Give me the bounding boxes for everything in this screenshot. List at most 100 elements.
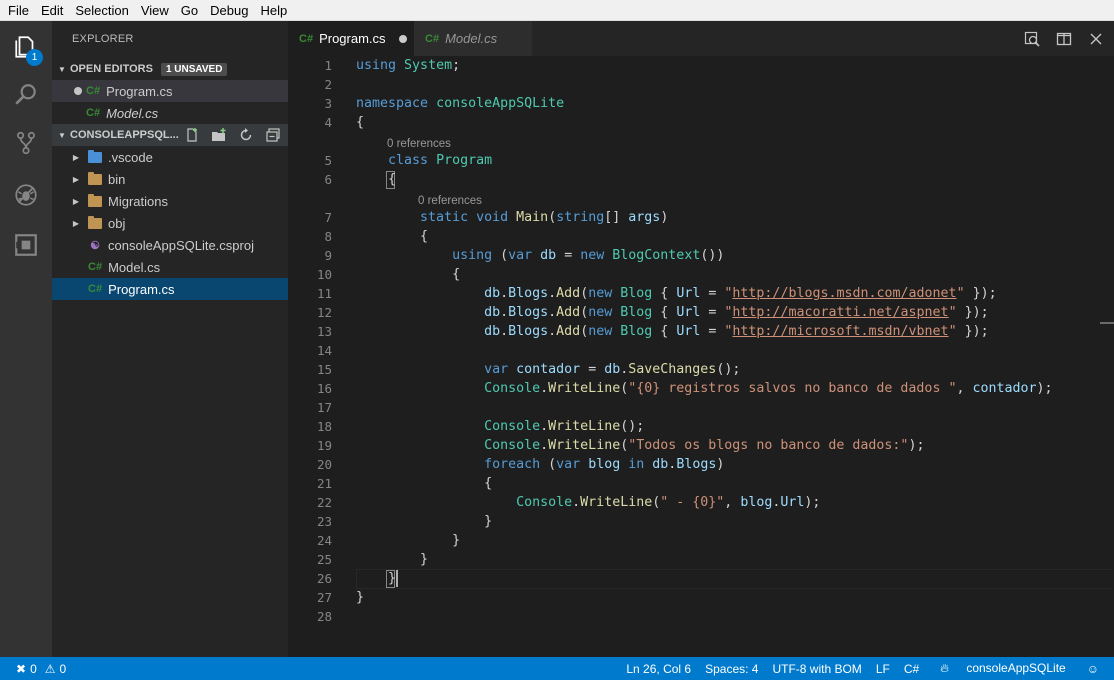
tree-item-bin[interactable]: ▶ bin xyxy=(52,168,288,190)
warning-count: 0 xyxy=(59,661,67,676)
language-mode[interactable]: C# xyxy=(897,662,926,676)
indentation[interactable]: Spaces: 4 xyxy=(698,662,765,676)
menu-go[interactable]: Go xyxy=(175,0,204,21)
csharp-file-icon: C# xyxy=(86,85,101,97)
text-cursor xyxy=(396,570,398,587)
code-line-10: { xyxy=(356,267,461,282)
open-editors-title: OPEN EDITORS xyxy=(70,63,153,75)
line-number: 8 xyxy=(324,229,332,244)
tab-label: Program.cs xyxy=(319,31,386,46)
code-line-25: } xyxy=(356,552,429,567)
code-line-6: { xyxy=(356,172,397,187)
folder-icon xyxy=(88,215,102,229)
line-number: 28 xyxy=(316,609,332,624)
flame-icon: 🔥︎ xyxy=(940,661,949,675)
tree-item-label: Migrations xyxy=(108,193,168,209)
line-number: 6 xyxy=(324,172,332,187)
unsaved-dot-icon xyxy=(74,87,82,95)
menu-view[interactable]: View xyxy=(135,0,175,21)
line-number: 27 xyxy=(316,590,332,605)
cursor-position[interactable]: Ln 26, Col 6 xyxy=(619,662,698,676)
open-editor-item-program[interactable]: C# Program.cs xyxy=(52,80,288,102)
new-folder-icon[interactable] xyxy=(210,127,228,143)
chevron-down-icon: ▼ xyxy=(58,130,66,140)
extensions-activity-button[interactable] xyxy=(0,221,52,269)
line-number: 21 xyxy=(316,476,332,491)
chevron-right-icon: ▶ xyxy=(72,174,80,184)
open-preview-icon[interactable] xyxy=(1022,29,1042,49)
close-icon[interactable] xyxy=(1086,29,1106,49)
code-line-21: { xyxy=(356,476,493,491)
tree-item-program[interactable]: C# Program.cs xyxy=(52,278,288,300)
chevron-right-icon: ▶ xyxy=(72,152,80,162)
debug-icon xyxy=(15,184,37,206)
line-number: 22 xyxy=(316,495,332,510)
chevron-right-icon: ▶ xyxy=(72,196,80,206)
menu-debug[interactable]: Debug xyxy=(204,0,254,21)
line-number: 20 xyxy=(316,457,332,472)
new-file-icon[interactable] xyxy=(183,127,201,143)
line-number: 3 xyxy=(324,96,332,111)
line-number: 25 xyxy=(316,552,332,567)
csharp-file-icon: C# xyxy=(299,32,314,45)
folder-icon xyxy=(88,171,102,185)
line-number: 9 xyxy=(324,248,332,263)
line-number: 7 xyxy=(324,210,332,225)
project-name: consoleAppSQLite xyxy=(966,661,1066,675)
feedback-smiley-icon[interactable]: ☺ xyxy=(1080,662,1106,676)
line-number: 24 xyxy=(316,533,332,548)
search-activity-button[interactable] xyxy=(0,71,52,119)
encoding[interactable]: UTF-8 with BOM xyxy=(765,662,868,676)
code-line-9: using (var db = new BlogContext()) xyxy=(452,248,725,263)
code-line-4: { xyxy=(356,115,365,130)
project-selector[interactable]: 🔥︎ consoleAppSQLite xyxy=(926,661,1080,676)
source-control-activity-button[interactable] xyxy=(0,119,52,167)
csharp-file-icon: C# xyxy=(86,107,101,119)
open-editor-item-model[interactable]: C# Model.cs xyxy=(52,102,288,124)
menu-edit[interactable]: Edit xyxy=(35,0,69,21)
scrollbar-thumb[interactable] xyxy=(1100,322,1114,324)
tree-item-obj[interactable]: ▶ obj xyxy=(52,212,288,234)
unsaved-dot-icon[interactable] xyxy=(398,34,407,43)
code-line-26: } xyxy=(356,571,397,586)
tab-model[interactable]: C# Model.cs xyxy=(414,21,532,56)
open-editors-header[interactable]: ▼ OPEN EDITORS 1 UNSAVED xyxy=(52,58,288,80)
menu-selection[interactable]: Selection xyxy=(69,0,134,21)
csharp-file-icon: C# xyxy=(88,283,103,295)
project-folder-title: CONSOLEAPPSQL... xyxy=(70,129,179,141)
code-line-23: } xyxy=(356,514,493,529)
refresh-icon[interactable] xyxy=(237,127,255,143)
menu-help[interactable]: Help xyxy=(254,0,293,21)
line-number: 26 xyxy=(316,571,332,586)
problems-indicator[interactable]: ✖ 0 ⚠ 0 xyxy=(0,662,66,676)
tree-item-model[interactable]: C# Model.cs xyxy=(52,256,288,278)
code-line-11: db.Blogs.Add(new Blog { Url = "http://bl… xyxy=(484,286,997,301)
split-editor-icon[interactable] xyxy=(1054,29,1074,49)
explorer-activity-button[interactable]: 1 xyxy=(0,23,52,71)
overview-ruler[interactable] xyxy=(1100,56,1114,657)
tree-item-csproj[interactable]: ☯ consoleAppSQLite.csproj xyxy=(52,234,288,256)
menu-file[interactable]: File xyxy=(2,0,35,21)
code-line-13: db.Blogs.Add(new Blog { Url = "http://mi… xyxy=(484,324,989,339)
collapse-all-icon[interactable] xyxy=(264,127,282,143)
csharp-file-icon: C# xyxy=(425,32,440,45)
menu-bar: File Edit Selection View Go Debug Help xyxy=(0,0,1114,21)
sidebar-title: EXPLORER xyxy=(72,33,134,45)
code-line-5: class Program xyxy=(388,153,493,168)
tree-item-vscode[interactable]: ▶ .vscode xyxy=(52,146,288,168)
project-folder-header[interactable]: ▼ CONSOLEAPPSQL... xyxy=(52,124,288,146)
code-editor[interactable]: 1 2 3 4 5 6 7 8 9 10 11 12 13 14 15 16 1… xyxy=(288,56,1114,657)
tree-item-migrations[interactable]: ▶ Migrations xyxy=(52,190,288,212)
line-number: 11 xyxy=(316,286,332,301)
tab-program[interactable]: C# Program.cs xyxy=(288,21,414,56)
extensions-icon xyxy=(15,234,37,256)
line-number: 10 xyxy=(316,267,332,282)
open-editor-label: Model.cs xyxy=(106,105,159,121)
error-icon: ✖ xyxy=(16,661,27,676)
debug-activity-button[interactable] xyxy=(0,171,52,219)
code-line-15: var contador = db.SaveChanges(); xyxy=(484,362,741,377)
open-editor-label: Program.cs xyxy=(106,83,173,99)
csharp-file-icon: C# xyxy=(88,261,103,273)
editor-tab-bar: C# Program.cs C# Model.cs xyxy=(288,21,1114,56)
end-of-line[interactable]: LF xyxy=(869,662,897,676)
